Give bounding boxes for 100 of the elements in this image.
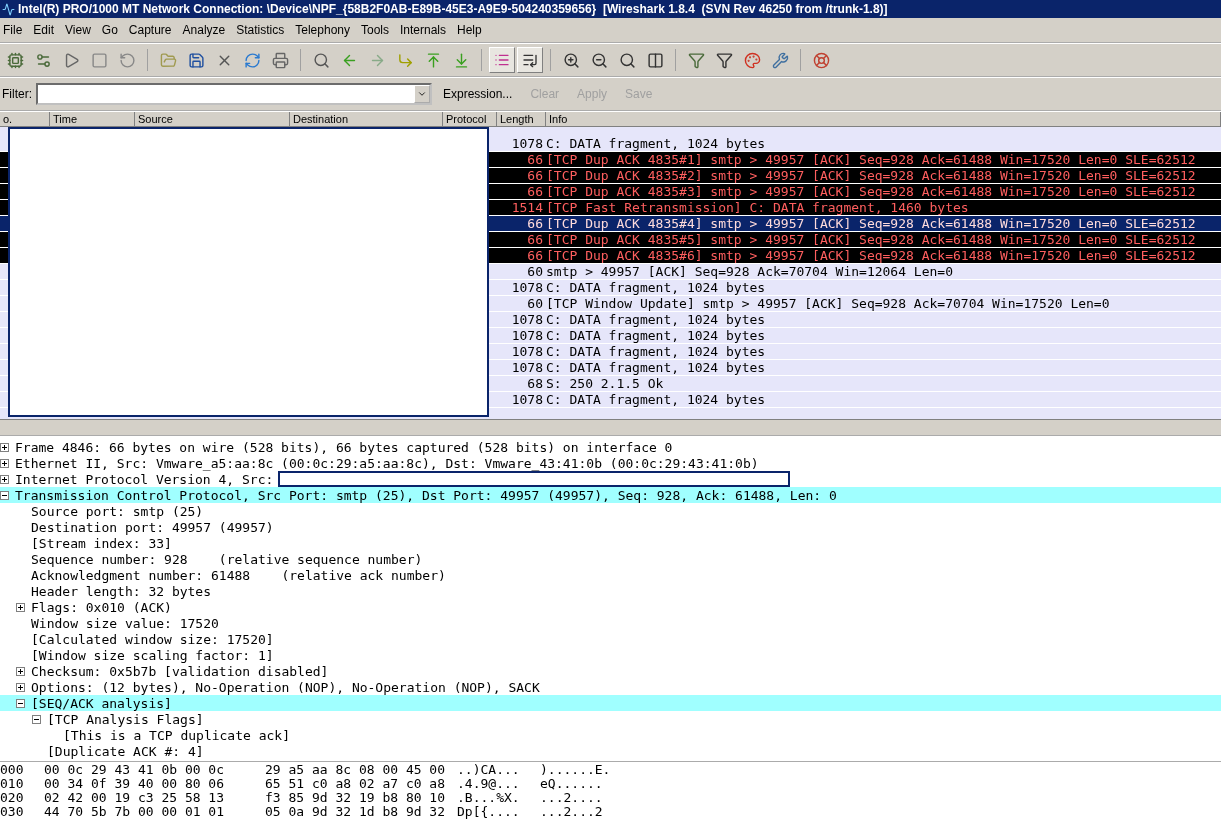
- tree-row[interactable]: Window size value: 17520: [0, 615, 1221, 631]
- colorize-toggle[interactable]: [489, 47, 515, 73]
- tree-row-text: Checksum: 0x5b7b [validation disabled]: [31, 663, 329, 679]
- tree-row[interactable]: Frame 4846: 66 bytes on wire (528 bits), 66 bytes captured (528 bits) on interface 0: [0, 439, 1221, 455]
- window-title: Intel(R) PRO/1000 MT Network Connection: \Device\NPF_{58B2F0AB-E89B-45E3-A9E9-504240359656} [Wireshark 1.8.4 (SVN Rev 46250 from /trunk-1.8)]: [18, 2, 888, 16]
- length-cell-text: 66: [526, 216, 544, 231]
- info-cell: C: DATA fragment, 1024 bytes: [546, 360, 766, 375]
- tree-row-text: Transmission Control Protocol, Src Port: smtp (25), Dst Port: 49957 (49957), Seq: 928, Ack: 61488, Len: 0: [15, 487, 837, 503]
- preferences-icon[interactable]: [771, 51, 789, 69]
- info-cell: [TCP Window Update] smtp > 49957 [ACK] Seq=928 Ack=70704 Win=17520 Len=0: [546, 296, 1110, 311]
- ascii-text: ..)CA...: [457, 763, 521, 777]
- options-icon[interactable]: [34, 51, 52, 69]
- interface-icon[interactable]: [6, 51, 24, 69]
- expand-icon[interactable]: [0, 458, 9, 468]
- dropdown-button[interactable]: [414, 85, 430, 103]
- ascii-text: eQ......: [540, 777, 604, 791]
- display-filter-icon[interactable]: [715, 51, 733, 69]
- menu-item[interactable]: File: [0, 23, 29, 37]
- help-icon[interactable]: [812, 51, 830, 69]
- menu-item[interactable]: Analyze: [177, 23, 232, 37]
- tree-row-text: [TCP Analysis Flags]: [47, 711, 204, 727]
- expand-icon[interactable]: [16, 666, 25, 676]
- tree-row[interactable]: Ethernet II, Src: Vmware_a5:aa:8c (00:0c:29:a5:aa:8c), Dst: Vmware_43:41:0b (00:0c:29:43:41:0b): [0, 455, 1221, 471]
- expand-icon[interactable]: [0, 442, 9, 452]
- tree-row[interactable]: Transmission Control Protocol, Src Port: smtp (25), Dst Port: 49957 (49957), Seq: 928, Ack: 61488, Len: 0: [0, 487, 1221, 503]
- tree-row[interactable]: Source port: smtp (25): [0, 503, 1221, 519]
- app-icon: [2, 2, 15, 16]
- info-cell: C: DATA fragment, 1024 bytes: [546, 344, 766, 359]
- expand-icon[interactable]: [16, 682, 25, 692]
- info-cell: C: DATA fragment, 1024 bytes: [546, 136, 766, 151]
- search-icon[interactable]: [312, 51, 330, 69]
- caret-icon: [417, 89, 427, 99]
- collapse-icon[interactable]: [0, 490, 9, 500]
- length-cell-text: 1078: [510, 312, 544, 327]
- tree-row[interactable]: Internet Protocol Version 4, Src:: [0, 471, 1221, 487]
- menu-item[interactable]: Telephony: [290, 23, 356, 37]
- filter-button[interactable]: Expression...: [436, 87, 520, 101]
- tree-row[interactable]: [This is a TCP duplicate ack]: [0, 727, 1221, 743]
- tree-row-text: [Window size scaling factor: 1]: [31, 647, 274, 663]
- menu-item[interactable]: Edit: [28, 23, 61, 37]
- column-header[interactable]: Info: [546, 112, 1221, 126]
- tree-row[interactable]: Sequence number: 928 (relative sequence number): [0, 551, 1221, 567]
- column-header[interactable]: Time: [50, 112, 135, 126]
- menu-item[interactable]: Help: [452, 23, 488, 37]
- info-cell: [TCP Dup ACK 4835#5] smtp > 49957 [ACK] Seq=928 Ack=61488 Win=17520 Len=0 SLE=62512: [546, 232, 1196, 247]
- info-cell: [TCP Dup ACK 4835#1] smtp > 49957 [ACK] Seq=928 Ack=61488 Win=17520 Len=0 SLE=62512: [546, 152, 1196, 167]
- collapse-icon[interactable]: [32, 714, 41, 724]
- tree-row[interactable]: [Window size scaling factor: 1]: [0, 647, 1221, 663]
- hex-bytes: 65 51 c0 a8 02 a7 c0 a8: [265, 777, 446, 791]
- hex-bytes: f3 85 9d 32 19 b8 80 10: [265, 791, 446, 805]
- tree-row[interactable]: Header length: 32 bytes: [0, 583, 1221, 599]
- hex-bytes: 00 34 0f 39 40 00 80 06: [44, 777, 225, 791]
- menu-item[interactable]: Statistics: [231, 23, 291, 37]
- hex-bytes: 44 70 5b 7b 00 00 01 01: [44, 805, 225, 819]
- tree-row[interactable]: Destination port: 49957 (49957): [0, 519, 1221, 535]
- length-cell-text: 1514: [510, 200, 544, 215]
- column-header[interactable]: Length: [497, 112, 546, 126]
- menu-item[interactable]: Tools: [356, 23, 395, 37]
- auto-scroll-toggle[interactable]: [517, 47, 543, 73]
- tree-row[interactable]: [Duplicate ACK #: 4]: [0, 743, 1221, 759]
- column-header[interactable]: Source: [135, 112, 290, 126]
- tree-row-text: [Duplicate ACK #: 4]: [47, 743, 204, 759]
- length-cell-text: 66: [526, 248, 544, 263]
- tree-row-text: Header length: 32 bytes: [31, 583, 211, 599]
- tree-row[interactable]: Acknowledgment number: 61488 (relative ack number): [0, 567, 1221, 583]
- resize-columns-icon[interactable]: [646, 51, 664, 69]
- filter-field[interactable]: [36, 83, 432, 105]
- tree-row[interactable]: [Calculated window size: 17520]: [0, 631, 1221, 647]
- coloring-icon[interactable]: [743, 51, 761, 69]
- menu-item[interactable]: Internals: [395, 23, 453, 37]
- collapse-icon[interactable]: [16, 698, 25, 708]
- info-cell: C: DATA fragment, 1024 bytes: [546, 392, 766, 407]
- reload-icon[interactable]: [243, 51, 261, 69]
- save-icon[interactable]: [187, 51, 205, 69]
- tree-row[interactable]: [TCP Analysis Flags]: [0, 711, 1221, 727]
- menu-item[interactable]: Capture: [123, 23, 178, 37]
- tree-row-text: Internet Protocol Version 4, Src:: [15, 471, 274, 487]
- info-cell: [TCP Dup ACK 4835#4] smtp > 49957 [ACK] Seq=928 Ack=61488 Win=17520 Len=0 SLE=62512: [546, 216, 1196, 231]
- tree-row-text: [This is a TCP duplicate ack]: [63, 727, 290, 743]
- column-header[interactable]: Protocol: [443, 112, 497, 126]
- restart-icon[interactable]: [118, 51, 136, 69]
- hex-bytes: 29 a5 aa 8c 08 00 45 00: [265, 763, 446, 777]
- printer-icon[interactable]: [271, 51, 289, 69]
- tree-row[interactable]: Options: (12 bytes), No-Operation (NOP), No-Operation (NOP), SACK: [0, 679, 1221, 695]
- zoom-out-icon[interactable]: [590, 51, 608, 69]
- ascii-text: ...2...2: [540, 805, 604, 819]
- expand-icon[interactable]: [16, 602, 25, 612]
- menu-item[interactable]: View: [60, 23, 97, 37]
- zoom-in-icon[interactable]: [562, 51, 580, 69]
- tree-row[interactable]: Checksum: 0x5b7b [validation disabled]: [0, 663, 1221, 679]
- capture-filter-icon[interactable]: [687, 51, 705, 69]
- expand-icon[interactable]: [0, 474, 9, 484]
- menu-item[interactable]: Go: [96, 23, 124, 37]
- tree-row[interactable]: [SEQ/ACK analysis]: [0, 695, 1221, 711]
- tree-row[interactable]: Flags: 0x010 (ACK): [0, 599, 1221, 615]
- tree-row[interactable]: [Stream index: 33]: [0, 535, 1221, 551]
- column-header[interactable]: Destination: [290, 112, 443, 126]
- column-header[interactable]: o.: [0, 112, 50, 126]
- offset-cell-text: 020: [0, 791, 25, 805]
- tree-row-text: Destination port: 49957 (49957): [31, 519, 274, 535]
